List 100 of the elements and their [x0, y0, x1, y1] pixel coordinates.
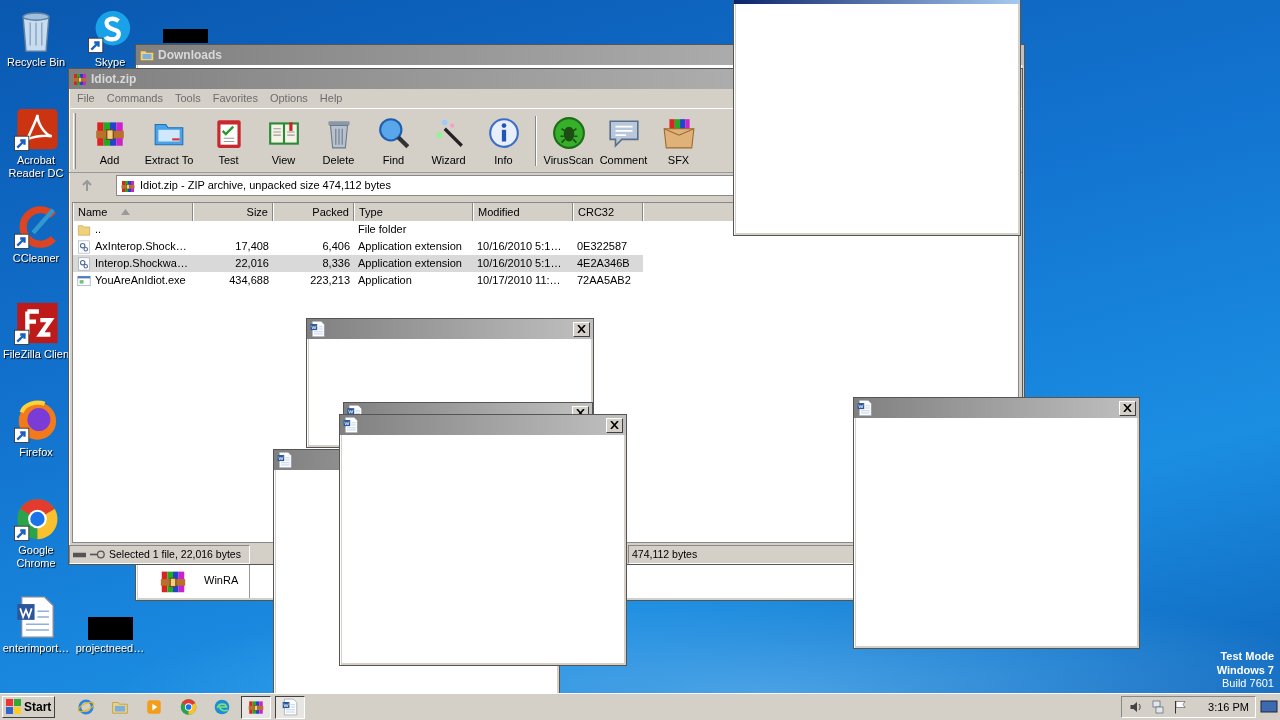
folder-icon [139, 47, 155, 63]
table-row[interactable]: AxInterop.Shock… 17,408 6,406 Application extension 10/16/2010 5:1… 0E322587 [73, 238, 643, 255]
notice-text: Test Mode [1220, 649, 1274, 664]
archive-icon [72, 71, 88, 87]
table-row[interactable]: Interop.Shockwa… 22,016 8,336 Application extension 10/16/2010 5:1… 4E2A346B [73, 255, 643, 272]
archive-icon [247, 698, 266, 716]
browser-icon [213, 698, 232, 716]
table-cell-text: AxInterop.Shock… [95, 239, 187, 255]
icon-label[interactable]: Skype [94, 56, 126, 69]
table-cell: 6,406 [322, 240, 350, 253]
table-cell: 4E2A346B [577, 257, 630, 270]
table-cell-text: Interop.Shockwa… [95, 256, 188, 272]
icon-label[interactable]: FileZilla Clien [3, 348, 69, 361]
menu-item[interactable]: Tools [169, 90, 207, 107]
table-row[interactable]: YouAreAnIdiot.exe 434,688 223,213 Application 10/17/2010 11:… 72AA5AB2 [73, 272, 643, 289]
taskbar-button[interactable] [275, 695, 306, 719]
window-title: Idiot.zip [91, 71, 137, 88]
document-icon [277, 452, 292, 468]
toolbar-button[interactable]: Delete [311, 115, 366, 168]
up-arrow-icon [80, 179, 93, 192]
column-header[interactable]: Name [73, 203, 193, 221]
menu-item[interactable]: Favorites [206, 90, 264, 107]
table-cell: 8,336 [322, 257, 350, 270]
toolbar-button[interactable]: Find [366, 115, 421, 168]
icon-label[interactable]: Google Chrome [0, 544, 72, 570]
media-player-icon [145, 698, 164, 716]
column-header[interactable]: Packed [273, 203, 354, 221]
table-cell-text: YouAreAnIdiot.exe [95, 273, 186, 289]
table-cell: 17,408 [235, 240, 269, 253]
icon-label[interactable]: Recycle Bin [6, 56, 66, 69]
icon-label[interactable]: CCleaner [12, 252, 60, 265]
gears-icon [77, 256, 91, 271]
globe-icon[interactable] [13, 398, 59, 444]
icon-label[interactable]: projectneed… [75, 642, 145, 655]
toolbar-button[interactable]: Add [82, 115, 137, 168]
table-cell: Application extension [358, 240, 462, 253]
table-cell: File folder [358, 223, 407, 236]
table-cell: 22,016 [235, 257, 269, 270]
table-cell: 0E322587 [577, 240, 628, 253]
taskbar-button[interactable] [241, 695, 272, 719]
toolbar-button[interactable]: Wizard [421, 115, 476, 168]
gears-icon [77, 239, 91, 254]
icon-label[interactable]: Acrobat Reader DC [0, 154, 72, 180]
icon-label[interactable]: enterimport… [2, 642, 70, 655]
toolbar-button[interactable]: Test [201, 115, 256, 168]
app-icon[interactable] [13, 496, 59, 542]
column-header[interactable]: Modified [473, 203, 573, 221]
table-cell: Application [358, 274, 412, 287]
table-cell: 10/16/2010 5:1… [477, 257, 562, 270]
toolbar-button[interactable]: VirusScan [541, 115, 596, 168]
table-cell-text: .. [95, 222, 102, 238]
notice-text: Windows 7 [1216, 663, 1274, 678]
table-cell: 10/17/2010 11:… [477, 274, 561, 287]
thumbnail-icon[interactable] [163, 29, 208, 43]
table-cell: 72AA5AB2 [577, 274, 631, 287]
close-button[interactable] [573, 321, 590, 337]
windows-logo-icon [6, 699, 22, 715]
menu-item[interactable]: Options [263, 90, 314, 107]
browser-icon [77, 698, 96, 716]
info-icon [486, 115, 521, 150]
menu-item[interactable]: Commands [100, 90, 169, 107]
table-cell: 10/16/2010 5:1… [477, 240, 562, 253]
folder-icon [77, 222, 91, 237]
status-text: 474,112 bytes [632, 546, 698, 562]
toolbar-button[interactable]: View [256, 115, 311, 168]
close-icon [1123, 404, 1132, 412]
bug-icon [551, 115, 586, 150]
app-icon[interactable] [13, 106, 59, 152]
key-icon [90, 550, 105, 559]
status-text: Selected 1 file, 22,016 bytes [109, 546, 241, 562]
document-icon [281, 698, 300, 716]
table-cell: 434,688 [229, 274, 269, 287]
notice-text: Build 7601 [1222, 677, 1274, 691]
close-icon [610, 421, 619, 429]
flag-icon[interactable] [1172, 699, 1189, 715]
column-header[interactable]: Type [354, 203, 473, 221]
toolbar-button[interactable]: SFX [651, 115, 706, 168]
table-row[interactable]: .. File folder [73, 221, 643, 238]
icon-label[interactable]: Firefox [19, 446, 53, 459]
drive-icon [73, 551, 86, 558]
thumbnail-icon[interactable] [87, 617, 133, 640]
document-icon [310, 321, 325, 337]
window-icon [77, 273, 91, 288]
toolbar-button[interactable]: Comment [596, 115, 651, 168]
app-icon[interactable] [13, 300, 59, 346]
column-header[interactable]: Size [193, 203, 273, 221]
column-header[interactable]: CRC32 [573, 203, 643, 221]
search-icon [376, 115, 411, 150]
close-button[interactable] [606, 417, 623, 433]
app-icon[interactable] [87, 8, 133, 54]
toolbar-button[interactable]: Extract To [137, 115, 201, 168]
browser-icon [179, 698, 198, 716]
window-title: Downloads [158, 47, 222, 64]
file-label[interactable]: WinRA [204, 572, 239, 589]
document-icon [857, 400, 872, 416]
toolbar-button[interactable]: Info [476, 115, 531, 168]
table-cell: Application extension [358, 257, 462, 270]
close-button[interactable] [1119, 400, 1136, 416]
start-button[interactable]: Start [2, 696, 56, 718]
show-desktop-icon[interactable] [1260, 699, 1278, 715]
